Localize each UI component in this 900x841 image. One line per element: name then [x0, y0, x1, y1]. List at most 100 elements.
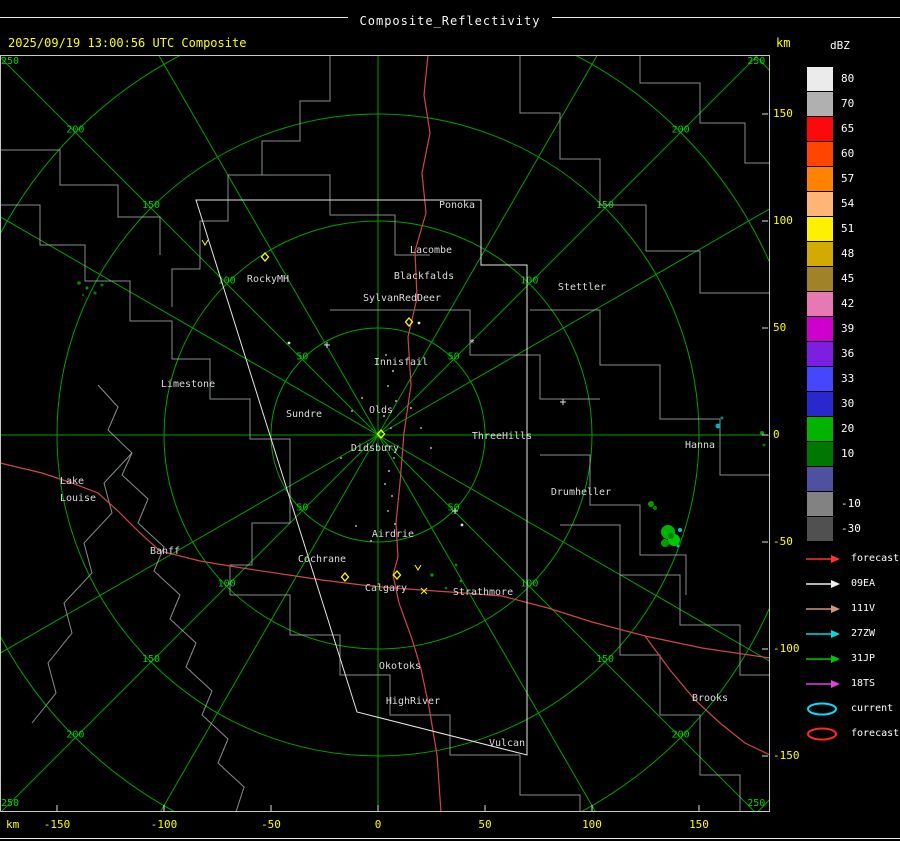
right-axis-label: 100	[773, 214, 793, 227]
colorbar-swatch	[807, 441, 833, 466]
precip-echo	[678, 528, 682, 532]
ring-distance-label: 250	[1, 56, 19, 67]
boundary-path	[171, 55, 331, 307]
ring-distance-label: 200	[66, 124, 84, 135]
city-label: Lacombe	[410, 245, 452, 256]
ring-distance-label: 200	[672, 730, 690, 741]
precip-echo	[85, 286, 89, 290]
precip-echo	[459, 579, 463, 583]
legend-arrow-icon	[806, 629, 840, 638]
right-axis-label: -100	[773, 642, 800, 655]
colorbar-title: dBZ	[830, 39, 850, 52]
legend-ellipse	[807, 727, 837, 740]
ring-distance-label: 50	[296, 351, 308, 362]
legend-row: 111V	[804, 596, 899, 621]
colorbar-row: 45	[807, 266, 861, 291]
colorbar-label: 60	[841, 147, 855, 160]
bottom-axis-label: 50	[478, 818, 492, 831]
city-label: Hanna	[685, 440, 715, 451]
colorbar-row: -10	[807, 491, 861, 516]
precip-echo	[393, 522, 397, 526]
legend-row: forecast	[804, 721, 899, 746]
legend-arrow-icon	[806, 679, 840, 688]
legend-row: 31JP	[804, 646, 899, 671]
town-dot	[460, 523, 464, 527]
colorbar-row: 20	[807, 416, 861, 441]
right-axis-label: -50	[773, 535, 793, 548]
ring-distance-label: 200	[66, 730, 84, 741]
colorbar-swatch	[807, 141, 833, 166]
colorbar-label: 36	[841, 347, 855, 360]
ring-distance-label: 150	[596, 654, 614, 665]
colorbar-row: 80	[807, 66, 861, 91]
precip-echo	[454, 563, 458, 567]
colorbar-swatch	[807, 391, 833, 416]
colorbar-swatch	[807, 516, 833, 541]
precip-echo	[386, 509, 390, 513]
colorbar-row	[807, 466, 861, 491]
legend-row: 18TS	[804, 671, 899, 696]
highway-path	[392, 587, 771, 659]
colorbar-swatch	[807, 341, 833, 366]
precip-echo	[392, 456, 396, 460]
city-label: Cochrane	[298, 554, 346, 565]
legend-label: 18TS	[851, 678, 876, 689]
city-label: Innisfail	[374, 357, 428, 368]
ring-distance-label: 100	[520, 276, 538, 287]
colorbar-label: -10	[841, 497, 861, 510]
legend-arrow-head	[831, 629, 840, 638]
colorbar-row: 33	[807, 366, 861, 391]
ring-distance-label: 250	[747, 56, 765, 67]
colorbar-swatch	[807, 316, 833, 341]
radar-site-diamond	[340, 572, 350, 582]
city-label: Lake	[60, 476, 84, 487]
colorbar-swatch	[807, 291, 833, 316]
boundary-path	[97, 384, 245, 813]
window-title: Composite_Reflectivity	[347, 14, 553, 28]
colorbar-row: -30	[807, 516, 861, 541]
bottom-axis-label: 0	[374, 818, 382, 831]
legend-arrow-icon	[806, 554, 840, 563]
precip-echo	[93, 291, 97, 295]
highway-path	[0, 462, 394, 589]
precip-echo	[661, 539, 669, 547]
precip-echo	[676, 544, 680, 548]
boundary-path	[639, 55, 770, 164]
scan-outline	[195, 199, 528, 756]
legend-arrow-icon	[806, 579, 840, 588]
city-label: Banff	[150, 546, 180, 557]
colorbar-row: 36	[807, 341, 861, 366]
ring-distance-label: 150	[596, 200, 614, 211]
right-axis-label: 0	[773, 428, 780, 441]
radar-site-diamond	[260, 252, 270, 262]
bottom-axis: km -150 -100 -50 0 50 100 150	[0, 818, 780, 834]
colorbar-swatch	[807, 216, 833, 241]
radar-map: 50 50 50 50 100 100 100 100 150 150 150 150 200 200 20…	[0, 0, 900, 841]
colorbar-label: -30	[841, 522, 861, 535]
city-label: HighRiver	[386, 696, 440, 707]
city-label: Drumheller	[551, 487, 611, 498]
town-dot	[287, 341, 291, 345]
legend-arrow-head	[831, 554, 840, 563]
city-label: ThreeHills	[472, 431, 532, 442]
city-labels-layer: Ponoka Lacombe Blackfalds RedDeerSylvan Rock…	[60, 200, 728, 749]
bottom-axis-label: -100	[150, 818, 178, 831]
town-dot	[417, 321, 421, 325]
colorbar-row: 30	[807, 391, 861, 416]
bottom-axis-label: 100	[582, 818, 602, 831]
city-label: Calgary	[365, 583, 407, 594]
legend-arrow-head	[831, 679, 840, 688]
city-label: Blackfalds	[394, 271, 454, 282]
legend-label: 27ZW	[851, 628, 876, 639]
legend-label: forecast	[851, 553, 900, 564]
colorbar-swatch	[807, 491, 833, 516]
city-label: Vulcan	[489, 738, 525, 749]
precip-echo	[81, 293, 85, 297]
precip-echo	[653, 506, 657, 510]
ring-distance-label: 250	[1, 798, 19, 809]
city-label: Sylvan	[363, 293, 399, 304]
radar-scan-outline-layer	[195, 199, 528, 756]
right-axis-label: 150	[773, 107, 793, 120]
precip-echo	[384, 353, 388, 357]
precip-echo	[354, 524, 358, 528]
